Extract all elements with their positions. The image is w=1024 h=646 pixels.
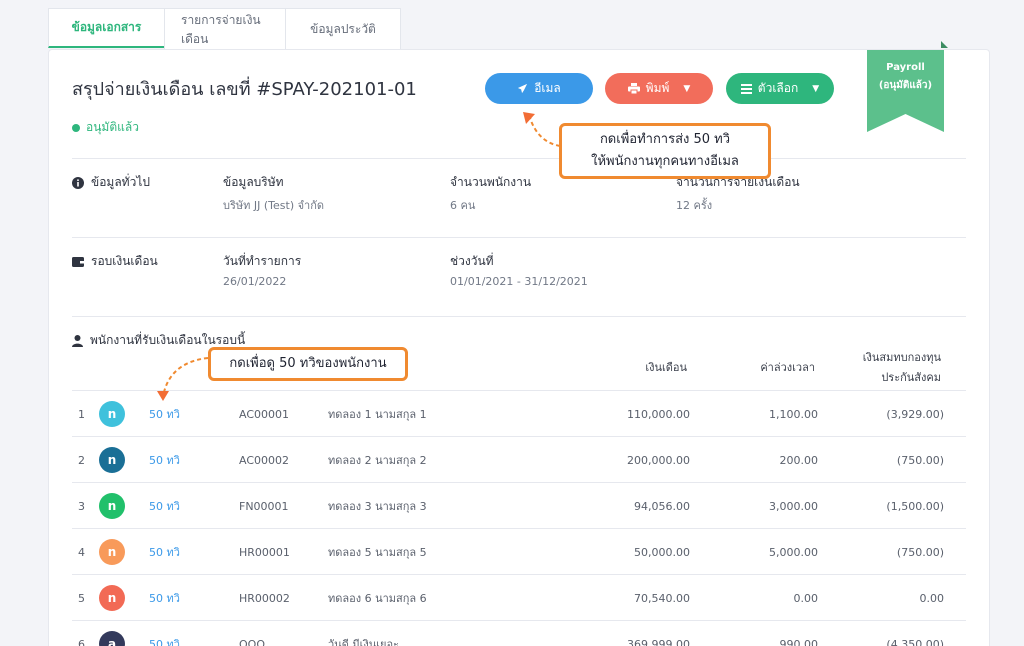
annotation-arrows bbox=[157, 112, 561, 401]
email-callout-line2: ให้พนักงานทุกคนทางอีเมล bbox=[591, 154, 739, 169]
view-callout-arrow bbox=[163, 357, 209, 393]
view-callout: กดเพื่อดู 50 ทวิของพนักงาน bbox=[208, 347, 408, 381]
email-callout-arrow bbox=[529, 117, 561, 147]
email-callout: กดเพื่อทำการส่ง 50 ทวิ ให้พนักงานทุกคนทา… bbox=[559, 123, 771, 179]
email-callout-line1: กดเพื่อทำการส่ง 50 ทวิ bbox=[599, 132, 731, 147]
view-callout-text: กดเพื่อดู 50 ทวิของพนักงาน bbox=[229, 356, 387, 371]
view-callout-arrowhead bbox=[157, 391, 169, 401]
email-callout-arrowhead bbox=[523, 112, 535, 124]
